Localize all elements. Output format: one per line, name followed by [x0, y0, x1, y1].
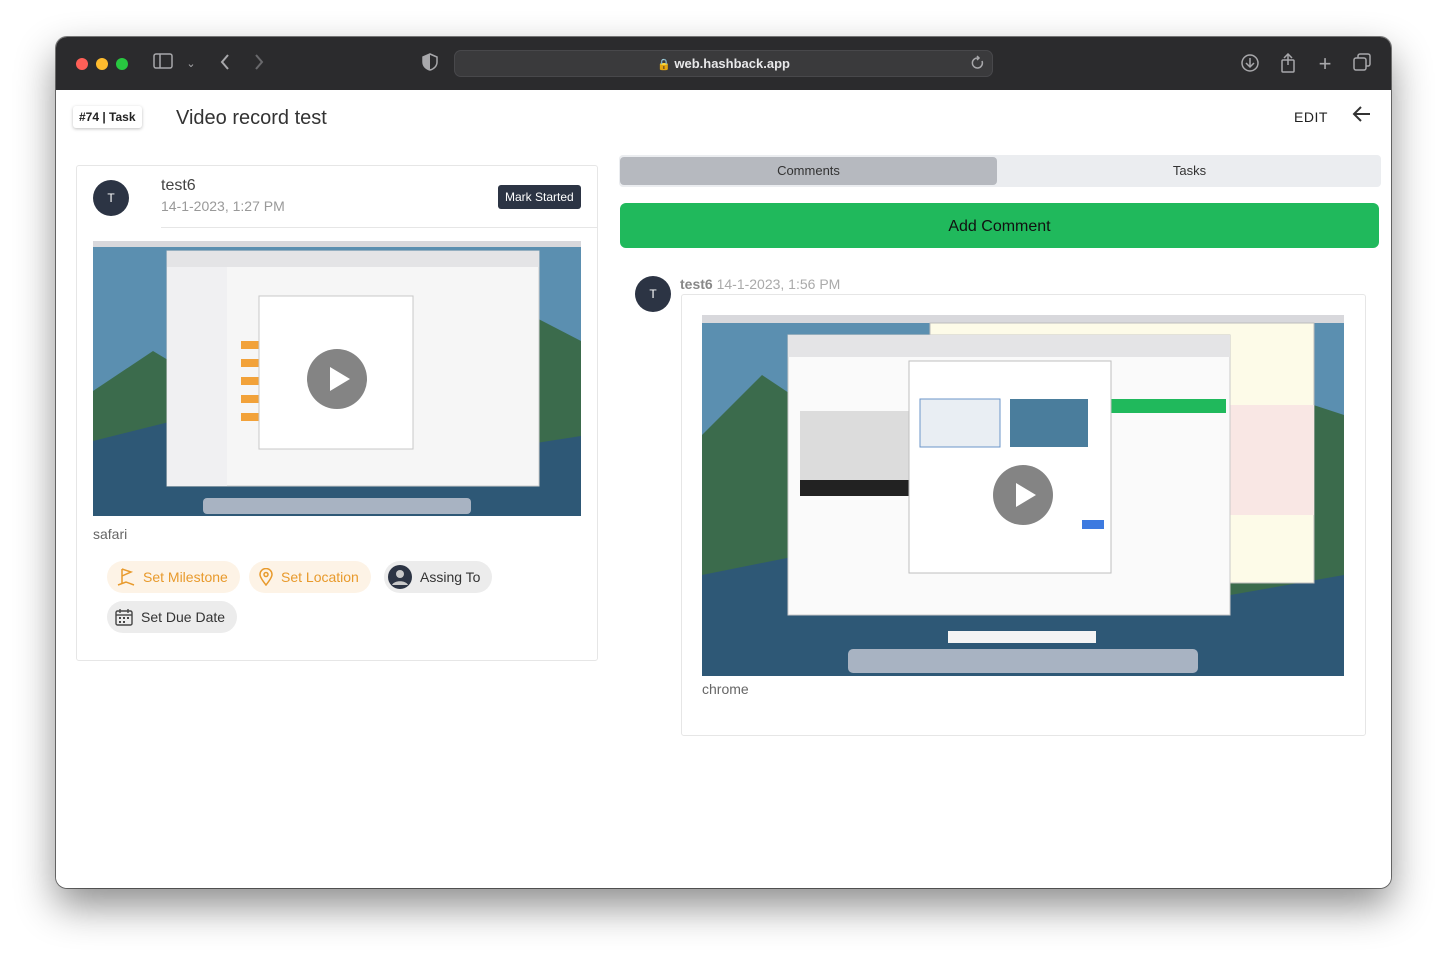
tab-bar: Comments Tasks: [619, 155, 1381, 187]
assign-to-label: Assing To: [420, 569, 481, 585]
comment-video-caption: chrome: [702, 681, 749, 697]
new-tab-icon[interactable]: +: [1314, 53, 1336, 75]
chevron-down-icon[interactable]: ⌄: [180, 53, 202, 75]
add-comment-button[interactable]: Add Comment: [620, 203, 1379, 248]
video-thumbnail[interactable]: [93, 241, 581, 516]
task-badge: #74 | Task: [73, 106, 142, 128]
assign-to-button[interactable]: Assing To: [384, 561, 493, 593]
comment-timestamp: 14-1-2023, 1:56 PM: [716, 276, 841, 292]
mark-started-button[interactable]: Mark Started: [498, 185, 581, 209]
play-icon[interactable]: [993, 465, 1053, 525]
set-due-date-button[interactable]: Set Due Date: [107, 601, 238, 633]
url-text: web.hashback.app: [674, 56, 790, 71]
set-milestone-button[interactable]: Set Milestone: [107, 561, 240, 593]
flag-icon: [117, 568, 135, 586]
set-milestone-label: Set Milestone: [143, 569, 228, 585]
zoom-window-button[interactable]: [116, 58, 128, 70]
browser-window: ⌄ 🔒 web.hashback.app + #74 | Task Video …: [56, 37, 1391, 888]
browser-toolbar: ⌄ 🔒 web.hashback.app +: [56, 37, 1391, 90]
address-bar[interactable]: 🔒 web.hashback.app: [454, 50, 993, 77]
downloads-icon[interactable]: [1239, 53, 1261, 75]
back-nav-icon[interactable]: [214, 53, 236, 75]
back-arrow-icon[interactable]: [1352, 104, 1372, 124]
edit-button[interactable]: EDIT: [1294, 109, 1328, 125]
page-title: Video record test: [176, 107, 327, 129]
close-window-button[interactable]: [76, 58, 88, 70]
comment-avatar: T: [635, 276, 671, 312]
calendar-icon: [115, 609, 133, 626]
minimize-window-button[interactable]: [96, 58, 108, 70]
comment-video-thumbnail[interactable]: [702, 315, 1344, 676]
reload-icon[interactable]: [971, 55, 985, 76]
privacy-shield-icon[interactable]: [419, 53, 441, 75]
avatar: T: [93, 180, 129, 216]
play-icon[interactable]: [307, 349, 367, 409]
tab-overview-icon[interactable]: [1351, 53, 1373, 75]
sidebar-toggle-icon[interactable]: [152, 53, 174, 75]
set-location-button[interactable]: Set Location: [249, 561, 371, 593]
tab-tasks[interactable]: Tasks: [1000, 157, 1379, 185]
video-caption: safari: [93, 526, 128, 542]
lock-icon: 🔒: [657, 59, 671, 71]
post-timestamp: 14-1-2023, 1:27 PM: [161, 198, 285, 214]
location-pin-icon: [259, 568, 273, 586]
set-due-date-label: Set Due Date: [141, 609, 226, 625]
set-location-label: Set Location: [281, 569, 359, 585]
tab-comments[interactable]: Comments: [620, 157, 997, 185]
comment-username: test6: [680, 276, 713, 292]
user-avatar-icon: [388, 565, 412, 589]
forward-nav-icon[interactable]: [248, 53, 270, 75]
comment-card: chrome: [681, 294, 1366, 736]
divider: [161, 227, 597, 228]
share-icon[interactable]: [1277, 52, 1299, 75]
task-post-card: T test6 14-1-2023, 1:27 PM Mark Started: [76, 165, 598, 661]
post-username: test6: [161, 177, 196, 194]
comment-header: test6 14-1-2023, 1:56 PM: [680, 276, 840, 292]
page-content: #74 | Task Video record test EDIT T test…: [56, 90, 1391, 888]
